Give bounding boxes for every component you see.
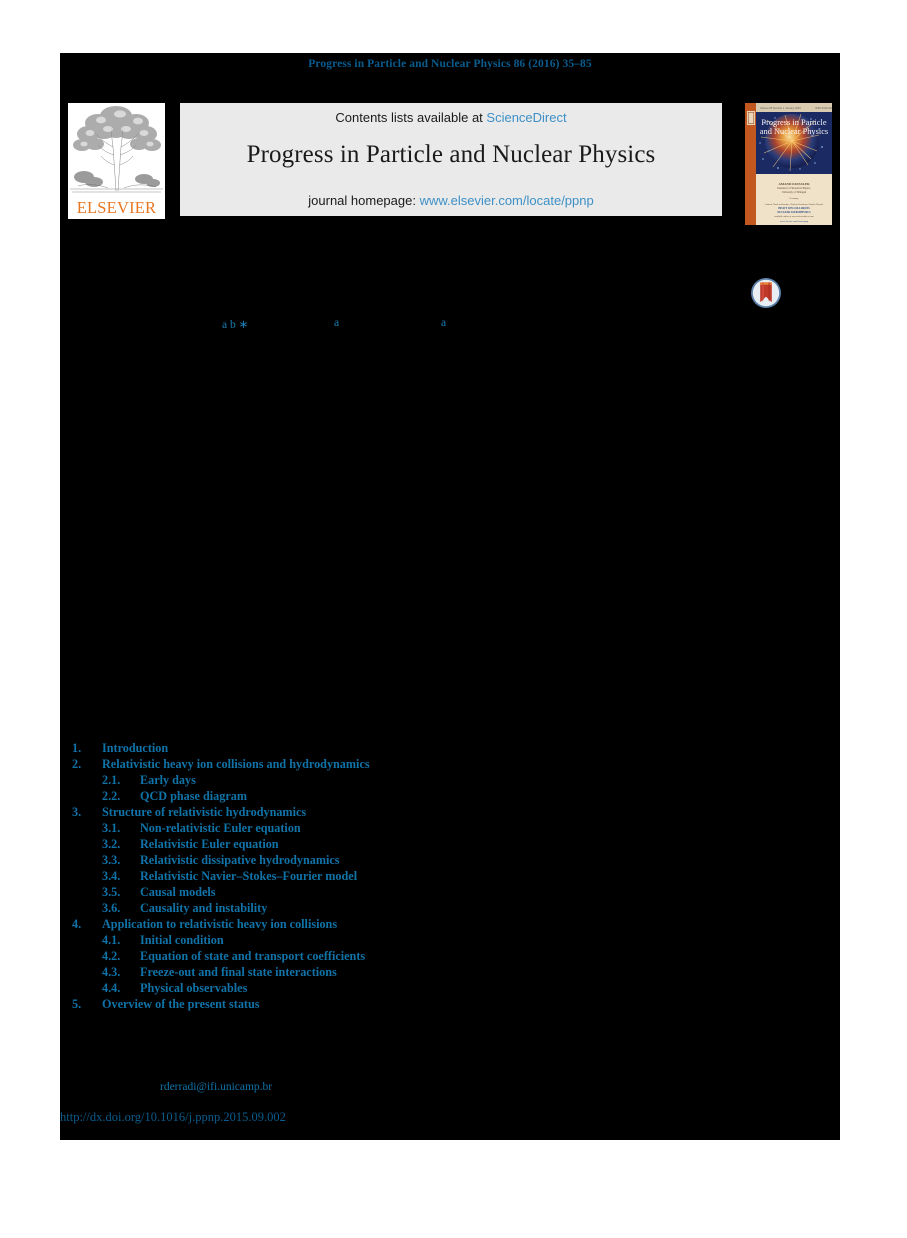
sciencedirect-link[interactable]: ScienceDirect	[486, 110, 566, 125]
svg-text:University of Tübingen: University of Tübingen	[782, 191, 807, 194]
toc-label: Structure of relativistic hydrodynamics	[102, 805, 307, 819]
toc-label: QCD phase diagram	[140, 789, 247, 803]
toc-entry[interactable]: 3.2. Relativistic Euler equation	[60, 836, 840, 852]
toc-label: Overview of the present status	[102, 997, 260, 1011]
affiliation-marker-2: a	[334, 317, 340, 329]
contents-available-line: Contents lists available at ScienceDirec…	[180, 110, 722, 125]
toc-entry[interactable]: 1. Introduction	[60, 740, 840, 756]
svg-text:Institute for Theoretical Phys: Institute for Theoretical Physics	[777, 187, 810, 190]
journal-homepage-line: journal homepage: www.elsevier.com/locat…	[180, 193, 722, 208]
toc-entry[interactable]: 3. Structure of relativistic hydrodynami…	[60, 804, 840, 820]
corresponding-author-email[interactable]: rderradi@ifi.unicamp.br	[160, 1081, 272, 1093]
toc-label: Introduction	[102, 741, 169, 755]
redacted-page-sheet: Progress in Particle and Nuclear Physics…	[60, 53, 840, 1140]
toc-entry[interactable]: 3.5. Causal models	[60, 884, 840, 900]
svg-text:HEAVY ION COLLISIONS: HEAVY ION COLLISIONS	[778, 207, 810, 210]
affiliation-marker-1: a b ∗	[222, 319, 249, 331]
svg-text:Volume 86 Number 1 January 2: Volume 86 Number 1 January 2016	[760, 106, 801, 110]
toc-number: 4.4.	[102, 981, 121, 995]
toc-entry[interactable]: 4.4. Physical observables	[60, 980, 840, 996]
toc-label: Relativistic Euler equation	[140, 837, 279, 851]
toc-label: Relativistic heavy ion collisions and hy…	[102, 757, 370, 771]
journal-homepage-link[interactable]: www.elsevier.com/locate/ppnp	[420, 193, 594, 208]
svg-text:available online at www.scienc: available online at www.sciencedirect.co…	[774, 216, 814, 218]
toc-entry[interactable]: 4. Application to relativistic heavy ion…	[60, 916, 840, 932]
toc-entry[interactable]: 5. Overview of the present status	[60, 996, 840, 1012]
toc-label: Initial condition	[140, 933, 224, 947]
toc-entry[interactable]: 3.3. Relativistic dissipative hydrodynam…	[60, 852, 840, 868]
toc-entry[interactable]: 4.3. Freeze-out and final state interact…	[60, 964, 840, 980]
toc-entry[interactable]: 2.1. Early days	[60, 772, 840, 788]
toc-entry[interactable]: 4.1. Initial condition	[60, 932, 840, 948]
toc-number: 3.	[72, 805, 82, 819]
toc-number: 1.	[72, 741, 82, 755]
journal-title: Progress in Particle and Nuclear Physics	[246, 141, 656, 168]
toc-number: 3.5.	[102, 885, 121, 899]
toc-label: Relativistic Navier–Stokes–Fourier model	[140, 869, 358, 883]
contents-band: Contents lists available at ScienceDirec…	[180, 103, 722, 216]
elsevier-logo: ELSEVIER	[68, 103, 165, 219]
svg-text:and Nuclear Physics: and Nuclear Physics	[760, 127, 828, 136]
journal-masthead: ELSEVIER Contents lists available at Sci…	[60, 103, 840, 225]
toc-entry[interactable]: 3.6. Causality and instability	[60, 900, 840, 916]
svg-text:Content: Nuclear Structure, Nu: Content: Nuclear Structure, Nuclear Reac…	[765, 204, 824, 206]
elsevier-tree-icon	[68, 103, 165, 195]
toc-label: Physical observables	[140, 981, 248, 995]
toc-number: 3.6.	[102, 901, 121, 915]
toc-label: Equation of state and transport coeffici…	[140, 949, 366, 963]
toc-number: 2.2.	[102, 789, 121, 803]
running-head: Progress in Particle and Nuclear Physics…	[308, 58, 592, 70]
svg-text:Germany: Germany	[790, 197, 800, 200]
toc-label: Freeze-out and final state interactions	[140, 965, 337, 979]
elsevier-wordmark: ELSEVIER	[76, 198, 157, 217]
author-affiliation-markers: a b ∗ a a	[60, 317, 840, 333]
toc-number: 4.3.	[102, 965, 121, 979]
svg-text:NUCLEAR ASTROPHYSICS: NUCLEAR ASTROPHYSICS	[777, 211, 811, 214]
doi-link[interactable]: http://dx.doi.org/10.1016/j.ppnp.2015.09…	[60, 1110, 286, 1125]
screenshot-canvas: Progress in Particle and Nuclear Physics…	[0, 0, 907, 1238]
toc-number: 4.	[72, 917, 82, 931]
toc-number: 3.4.	[102, 869, 121, 883]
toc-label: Causal models	[140, 885, 216, 899]
toc-entry[interactable]: 4.2. Equation of state and transport coe…	[60, 948, 840, 964]
svg-text:www.elsevier.com/locate/ppnp: www.elsevier.com/locate/ppnp	[780, 221, 809, 223]
toc-label: Application to relativistic heavy ion co…	[102, 917, 338, 931]
toc-number: 5.	[72, 997, 82, 1011]
crossmark-icon[interactable]	[750, 277, 782, 309]
toc-number: 3.2.	[102, 837, 121, 851]
toc-number: 2.1.	[102, 773, 121, 787]
toc-entry[interactable]: 2. Relativistic heavy ion collisions and…	[60, 756, 840, 772]
svg-text:AMAND FAESSLER: AMAND FAESSLER	[778, 182, 810, 186]
toc-label: Non-relativistic Euler equation	[140, 821, 301, 835]
toc-label: Causality and instability	[140, 901, 268, 915]
affiliation-marker-3: a	[441, 317, 447, 329]
contents-prefix: Contents lists available at	[335, 110, 487, 125]
svg-text:ISSN 0146-6410: ISSN 0146-6410	[815, 106, 832, 110]
svg-text:Progress in Particle: Progress in Particle	[761, 118, 826, 127]
toc-number: 3.1.	[102, 821, 121, 835]
toc-entry[interactable]: 2.2. QCD phase diagram	[60, 788, 840, 804]
toc-number: 4.2.	[102, 949, 121, 963]
toc-number: 2.	[72, 757, 82, 771]
toc-number: 4.1.	[102, 933, 121, 947]
toc-number: 3.3.	[102, 853, 121, 867]
homepage-prefix: journal homepage:	[308, 193, 420, 208]
toc-label: Relativistic dissipative hydrodynamics	[140, 853, 340, 867]
toc-entry[interactable]: 3.4. Relativistic Navier–Stokes–Fourier …	[60, 868, 840, 884]
journal-cover-thumbnail: Volume 86 Number 1 January 2016 ISSN 014…	[745, 103, 832, 225]
toc-entry[interactable]: 3.1. Non-relativistic Euler equation	[60, 820, 840, 836]
toc-label: Early days	[140, 773, 196, 787]
table-of-contents: 1. Introduction 2. Relativistic heavy io…	[60, 740, 840, 1012]
